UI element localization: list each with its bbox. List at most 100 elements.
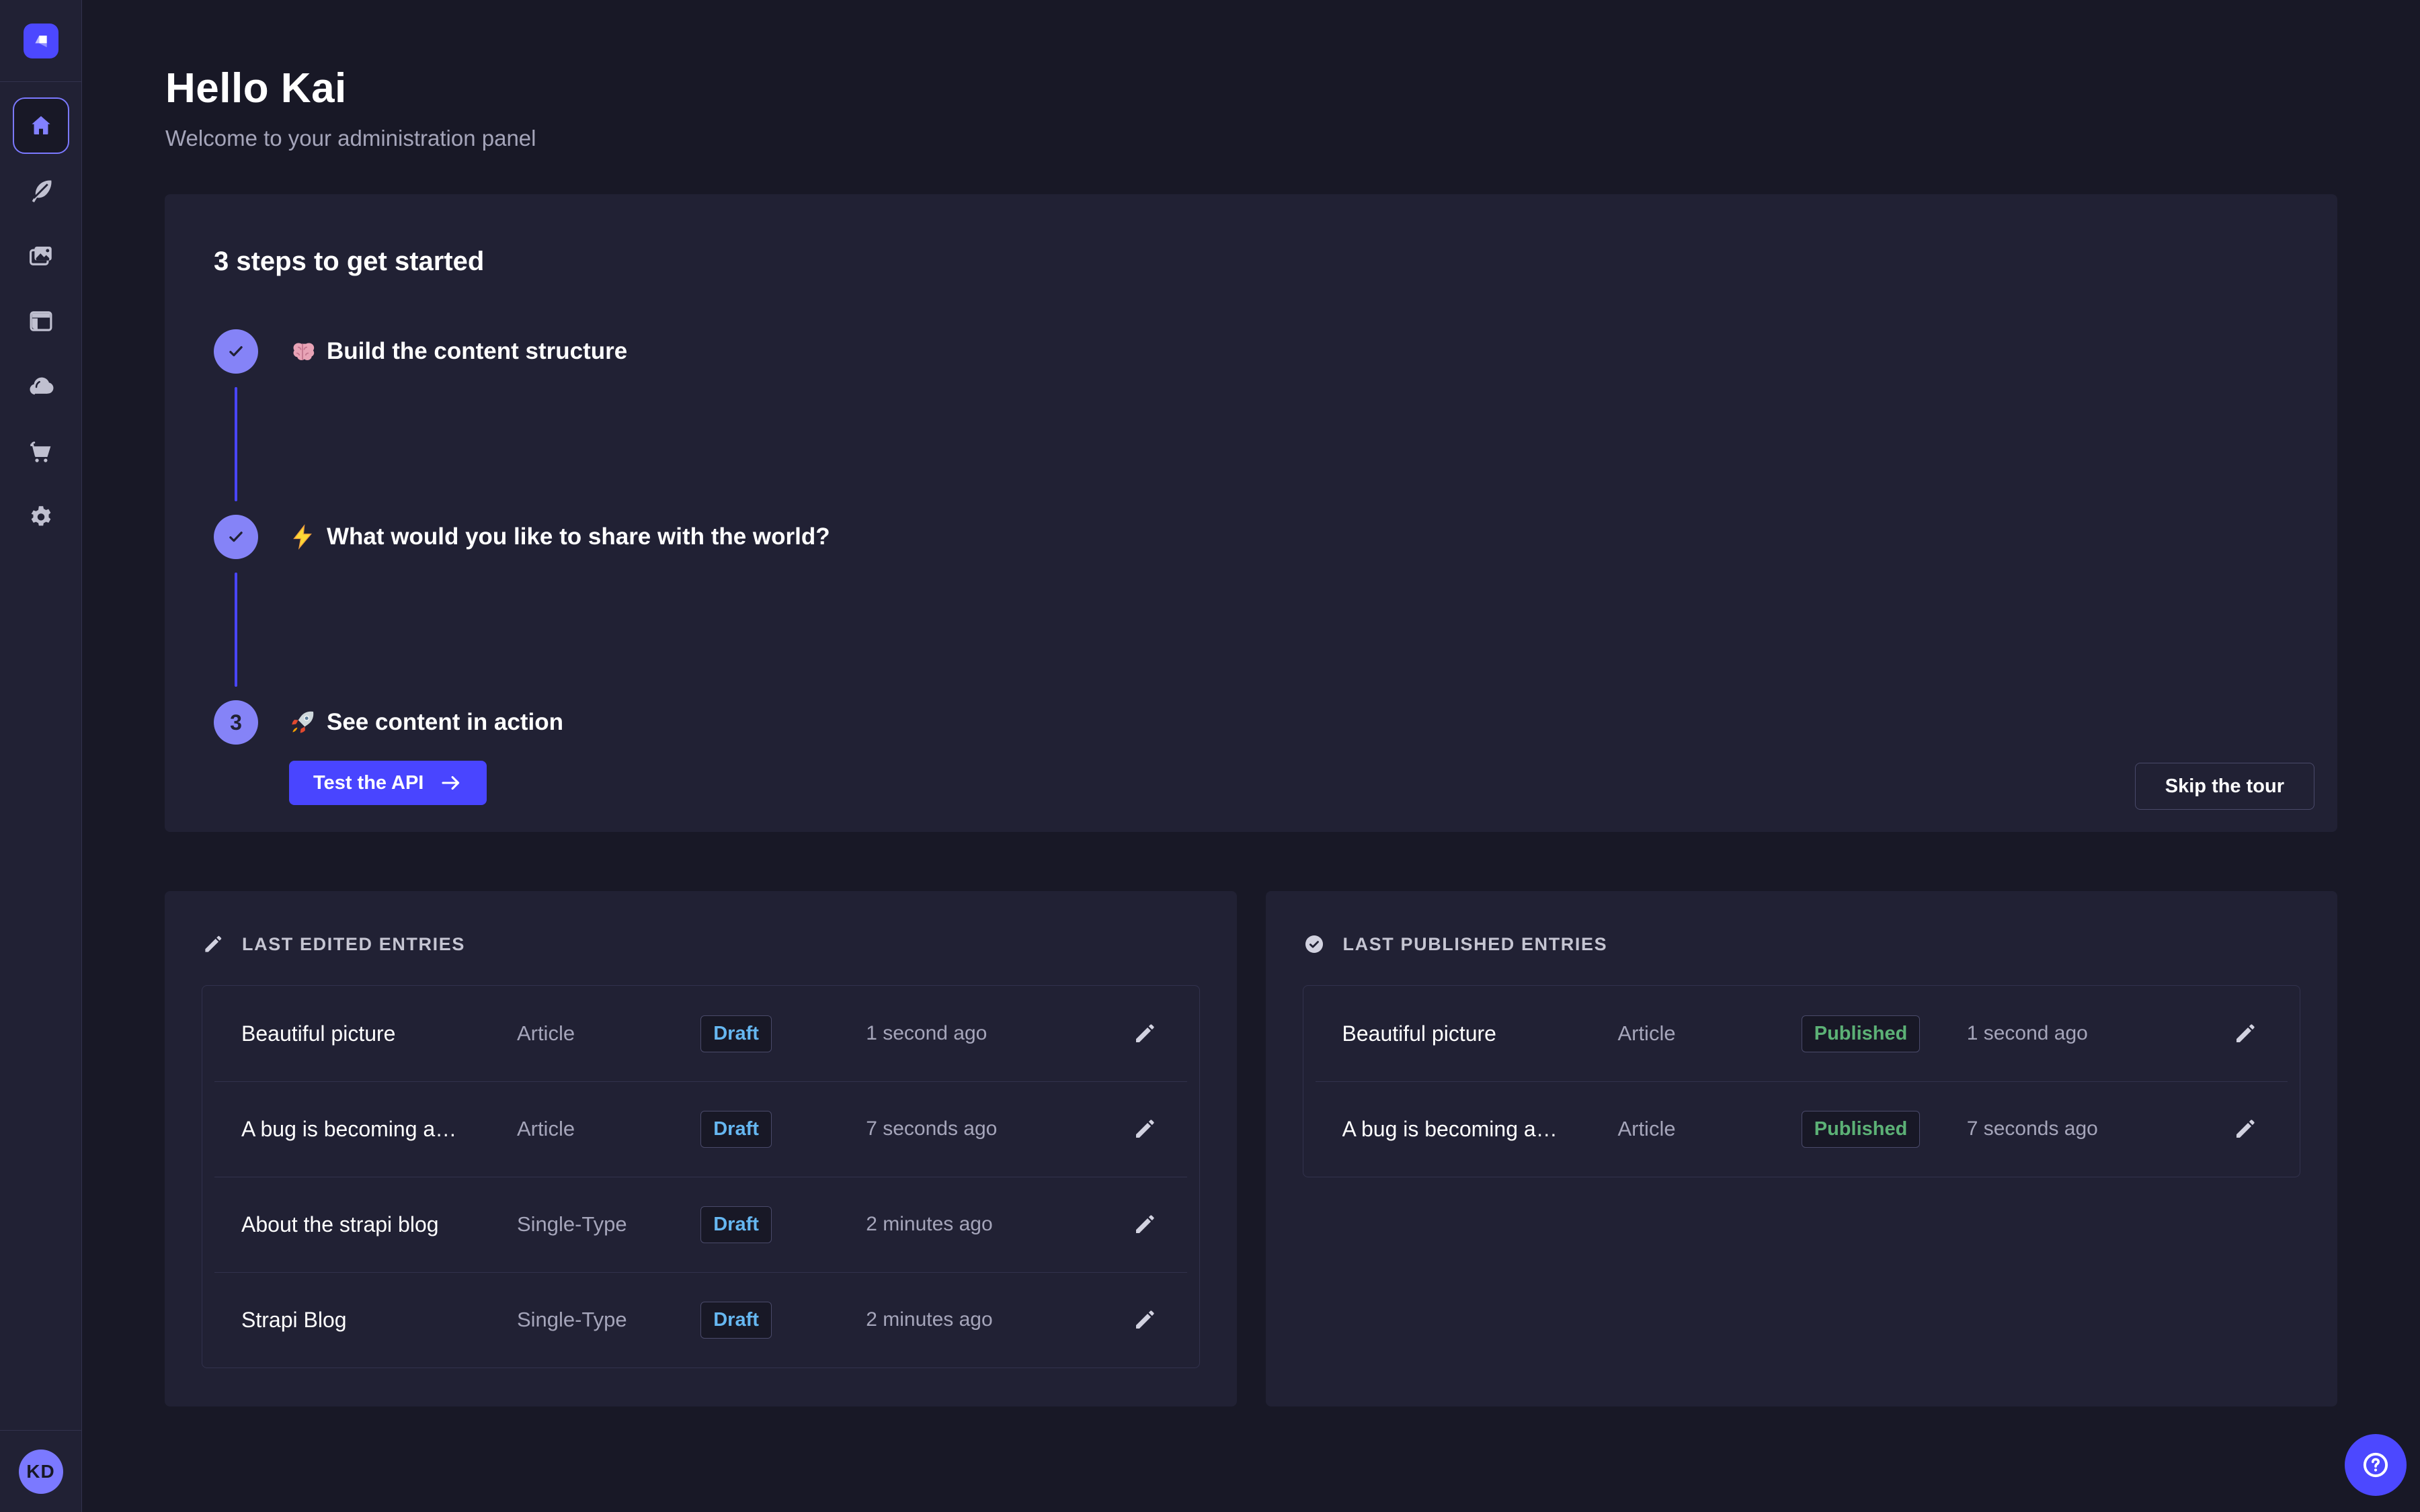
status-badge: Published [1802, 1111, 1921, 1148]
entries-section: LAST EDITED ENTRIES Beautiful picture Ar… [165, 891, 2337, 1406]
sidebar-footer: KD [0, 1430, 81, 1512]
pencil-icon [1132, 1116, 1158, 1142]
check-icon [226, 341, 246, 362]
step-label: Build the content structure [289, 338, 627, 365]
last-edited-table: Beautiful picture Article Draft 1 second… [202, 985, 1200, 1368]
skip-the-tour-button[interactable]: Skip the tour [2135, 763, 2314, 810]
user-avatar[interactable]: KD [19, 1450, 63, 1494]
last-edited-header: LAST EDITED ENTRIES [202, 933, 1200, 956]
entry-type: Single-Type [517, 1212, 700, 1236]
table-row[interactable]: Beautiful picture Article Published 1 se… [1303, 986, 2300, 1081]
sidebar-nav [0, 82, 81, 549]
steps-list: Build the content structure What [214, 329, 2288, 805]
step-text: Build the content structure [327, 338, 627, 365]
question-circle-icon [2360, 1450, 2391, 1480]
home-icon [28, 113, 54, 138]
last-published-header: LAST PUBLISHED ENTRIES [1303, 933, 2301, 956]
entry-time: 1 second ago [1967, 1022, 2230, 1045]
strapi-logo[interactable] [24, 24, 58, 58]
onboarding-title: 3 steps to get started [214, 247, 2288, 277]
pencil-icon [202, 933, 225, 956]
sidebar-item-settings[interactable] [0, 484, 81, 549]
feather-icon [27, 177, 55, 205]
status-badge: Draft [700, 1015, 772, 1052]
step-build-content-structure: Build the content structure [214, 329, 2288, 374]
entry-type: Article [517, 1117, 700, 1141]
last-published-title: LAST PUBLISHED ENTRIES [1343, 934, 1608, 955]
entry-time: 2 minutes ago [866, 1308, 1129, 1331]
step-number: 3 [230, 710, 242, 735]
entry-time: 7 seconds ago [866, 1118, 1129, 1140]
status-badge: Draft [700, 1302, 772, 1339]
edit-entry-button[interactable] [2230, 1021, 2261, 1046]
status-badge: Draft [700, 1206, 772, 1243]
edit-entry-button[interactable] [2230, 1116, 2261, 1142]
entry-name: Strapi Blog [241, 1308, 517, 1333]
lightning-emoji-icon [289, 523, 316, 550]
step-done-indicator [214, 329, 258, 374]
sidebar-item-content-type-builder[interactable] [0, 288, 81, 353]
cloud-icon [26, 372, 56, 401]
sidebar-item-content-manager[interactable] [0, 158, 81, 223]
status-badge: Published [1802, 1015, 1921, 1052]
entry-name: Beautiful picture [1342, 1021, 1618, 1046]
step-text: See content in action [327, 709, 563, 736]
page-subtitle: Welcome to your administration panel [165, 126, 2420, 151]
rocket-emoji-icon [289, 709, 316, 736]
last-published-table: Beautiful picture Article Published 1 se… [1303, 985, 2301, 1177]
entry-name: About the strapi blog [241, 1212, 517, 1237]
entry-name: A bug is becoming a… [241, 1117, 517, 1142]
help-button[interactable] [2345, 1434, 2407, 1496]
brain-emoji-icon [289, 338, 316, 365]
check-circle-icon [1303, 933, 1326, 956]
entry-type: Article [1617, 1021, 1801, 1046]
last-published-card: LAST PUBLISHED ENTRIES Beautiful picture… [1266, 891, 2338, 1406]
table-row[interactable]: About the strapi blog Single-Type Draft … [202, 1177, 1199, 1272]
sidebar-item-deploy[interactable] [0, 353, 81, 419]
step-label: See content in action [289, 709, 563, 736]
entry-type: Article [1617, 1117, 1801, 1141]
page-title: Hello Kai [165, 65, 2420, 112]
step-connector [235, 387, 237, 501]
layout-icon [27, 307, 55, 335]
edit-entry-button[interactable] [1129, 1307, 1160, 1333]
step-see-content-in-action: 3 See content in action [214, 700, 2288, 745]
test-the-api-button[interactable]: Test the API [289, 761, 487, 805]
table-row[interactable]: A bug is becoming a… Article Draft 7 sec… [202, 1081, 1199, 1177]
entry-name: A bug is becoming a… [1342, 1117, 1618, 1142]
step-number-indicator: 3 [214, 700, 258, 745]
logo-section [0, 0, 81, 82]
table-row[interactable]: Strapi Blog Single-Type Draft 2 minutes … [202, 1272, 1199, 1368]
strapi-logo-icon [30, 30, 52, 52]
entry-time: 1 second ago [866, 1022, 1129, 1045]
edit-entry-button[interactable] [1129, 1021, 1160, 1046]
entry-type: Single-Type [517, 1308, 700, 1332]
entry-name: Beautiful picture [241, 1021, 517, 1046]
table-row[interactable]: A bug is becoming a… Article Published 7… [1303, 1081, 2300, 1177]
images-icon [27, 242, 55, 270]
pencil-icon [1132, 1307, 1158, 1333]
table-row[interactable]: Beautiful picture Article Draft 1 second… [202, 986, 1199, 1081]
gear-icon [27, 503, 55, 531]
cta-row: Test the API [289, 761, 2288, 805]
step-share-with-world: What would you like to share with the wo… [214, 515, 2288, 559]
last-edited-card: LAST EDITED ENTRIES Beautiful picture Ar… [165, 891, 1237, 1406]
pencil-icon [1132, 1021, 1158, 1046]
entry-time: 2 minutes ago [866, 1213, 1129, 1236]
entry-time: 7 seconds ago [1967, 1118, 2230, 1140]
page-header: Hello Kai Welcome to your administration… [82, 0, 2420, 151]
main-content: Hello Kai Welcome to your administration… [82, 0, 2420, 1512]
sidebar-item-marketplace[interactable] [0, 419, 81, 484]
pencil-icon [2232, 1116, 2258, 1142]
edit-entry-button[interactable] [1129, 1116, 1160, 1142]
sidebar: KD [0, 0, 82, 1512]
last-edited-title: LAST EDITED ENTRIES [242, 934, 465, 955]
status-badge: Draft [700, 1111, 772, 1148]
edit-entry-button[interactable] [1129, 1212, 1160, 1237]
check-icon [226, 527, 246, 547]
entry-type: Article [517, 1021, 700, 1046]
sidebar-item-home[interactable] [0, 93, 81, 158]
cta-label: Test the API [313, 772, 424, 794]
step-text: What would you like to share with the wo… [327, 523, 830, 550]
sidebar-item-media-library[interactable] [0, 223, 81, 288]
